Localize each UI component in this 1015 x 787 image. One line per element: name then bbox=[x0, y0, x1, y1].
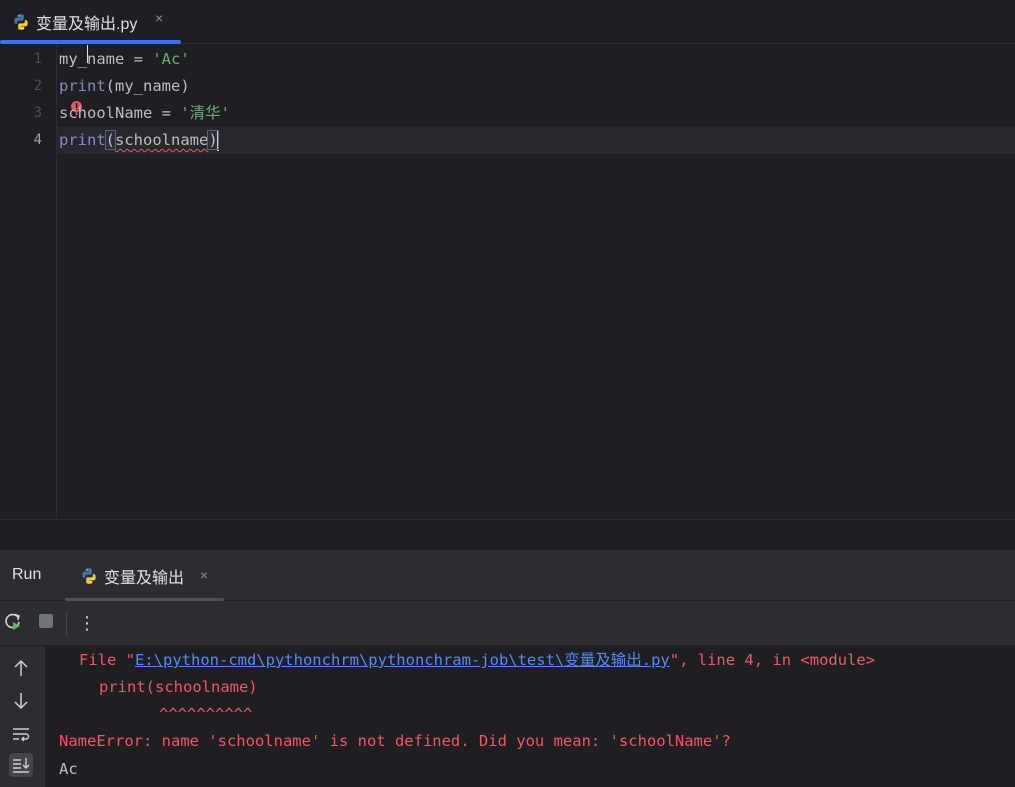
code-editor[interactable]: 1 2 3 4 my_name = 'Ac' print(my_name) sc… bbox=[0, 45, 1015, 519]
line-number: 4 bbox=[33, 132, 42, 148]
call-args: (my_name) bbox=[105, 77, 190, 95]
scroll-to-end-icon[interactable] bbox=[9, 753, 33, 777]
traceback-prefix: File " bbox=[79, 651, 135, 669]
line-number: 1 bbox=[33, 51, 42, 67]
stop-button[interactable] bbox=[35, 612, 57, 634]
code-line-3[interactable]: schoolName = '清华' bbox=[59, 100, 230, 127]
code-line-1[interactable]: my_name = 'Ac' bbox=[59, 46, 190, 73]
editor-tab-label: 变量及输出.py bbox=[36, 16, 138, 33]
code-line-2[interactable]: print(my_name) bbox=[59, 73, 190, 100]
python-file-icon bbox=[12, 13, 30, 31]
traceback-file-line: File "E:\python-cmd\pythonchrm\pythonchr… bbox=[79, 647, 875, 674]
editor-tab-bar: 变量及输出.py × bbox=[0, 0, 1015, 44]
matched-bracket: ( bbox=[104, 130, 117, 150]
string-literal: 'Ac' bbox=[152, 50, 190, 68]
more-icon[interactable]: ⋮ bbox=[76, 612, 98, 634]
traceback-carets: ^^^^^^^^^^ bbox=[159, 705, 253, 723]
line-number: 2 bbox=[33, 78, 42, 94]
panel-splitter[interactable] bbox=[0, 519, 1015, 550]
run-tab-label: 变量及输出 bbox=[104, 569, 185, 587]
active-tab-indicator bbox=[0, 40, 181, 44]
line-number: 3 bbox=[33, 105, 42, 121]
builtin-function: print bbox=[59, 131, 106, 149]
run-toolbar: ⋮ bbox=[0, 601, 1015, 646]
close-icon[interactable]: × bbox=[200, 567, 208, 583]
arrow-up-icon[interactable] bbox=[9, 656, 33, 680]
arrow-down-icon[interactable] bbox=[9, 689, 33, 713]
builtin-function: print bbox=[59, 77, 106, 95]
console-output[interactable]: File "E:\python-cmd\pythonchrm\pythonchr… bbox=[45, 646, 1015, 787]
string-literal: '清华' bbox=[180, 104, 230, 122]
operator: = bbox=[152, 104, 181, 122]
python-file-icon bbox=[80, 567, 98, 585]
program-output: Ac bbox=[59, 760, 78, 778]
unresolved-reference: schoolname bbox=[115, 131, 209, 149]
editor-tab[interactable]: 变量及输出.py × bbox=[0, 0, 181, 44]
traceback-code-line: print(schoolname) bbox=[99, 678, 258, 696]
toolbar-separator bbox=[66, 612, 67, 636]
soft-wrap-icon[interactable] bbox=[9, 722, 33, 746]
rerun-icon bbox=[3, 611, 23, 636]
run-panel-title: Run bbox=[12, 566, 42, 583]
rerun-button[interactable] bbox=[2, 612, 24, 634]
traceback-suffix: ", line 4, in <module> bbox=[669, 651, 876, 669]
variable: schoolName bbox=[59, 104, 153, 122]
code-line-4[interactable]: print(schoolname) bbox=[59, 127, 219, 154]
operator: = bbox=[124, 50, 153, 68]
run-tool-window-header: Run 变量及输出 × bbox=[0, 550, 1015, 601]
stop-icon bbox=[38, 613, 54, 634]
variable: my_name bbox=[59, 50, 125, 68]
text-caret bbox=[216, 130, 219, 151]
close-icon[interactable]: × bbox=[155, 10, 163, 26]
console-side-toolbar bbox=[0, 646, 45, 787]
error-message: NameError: name 'schoolname' is not defi… bbox=[59, 732, 731, 750]
file-path-link[interactable]: E:\python-cmd\pythonchrm\pythonchram-job… bbox=[135, 651, 670, 669]
line-number-gutter: 1 2 3 4 bbox=[0, 45, 57, 519]
run-config-tab[interactable]: 变量及输出 × bbox=[65, 550, 224, 601]
